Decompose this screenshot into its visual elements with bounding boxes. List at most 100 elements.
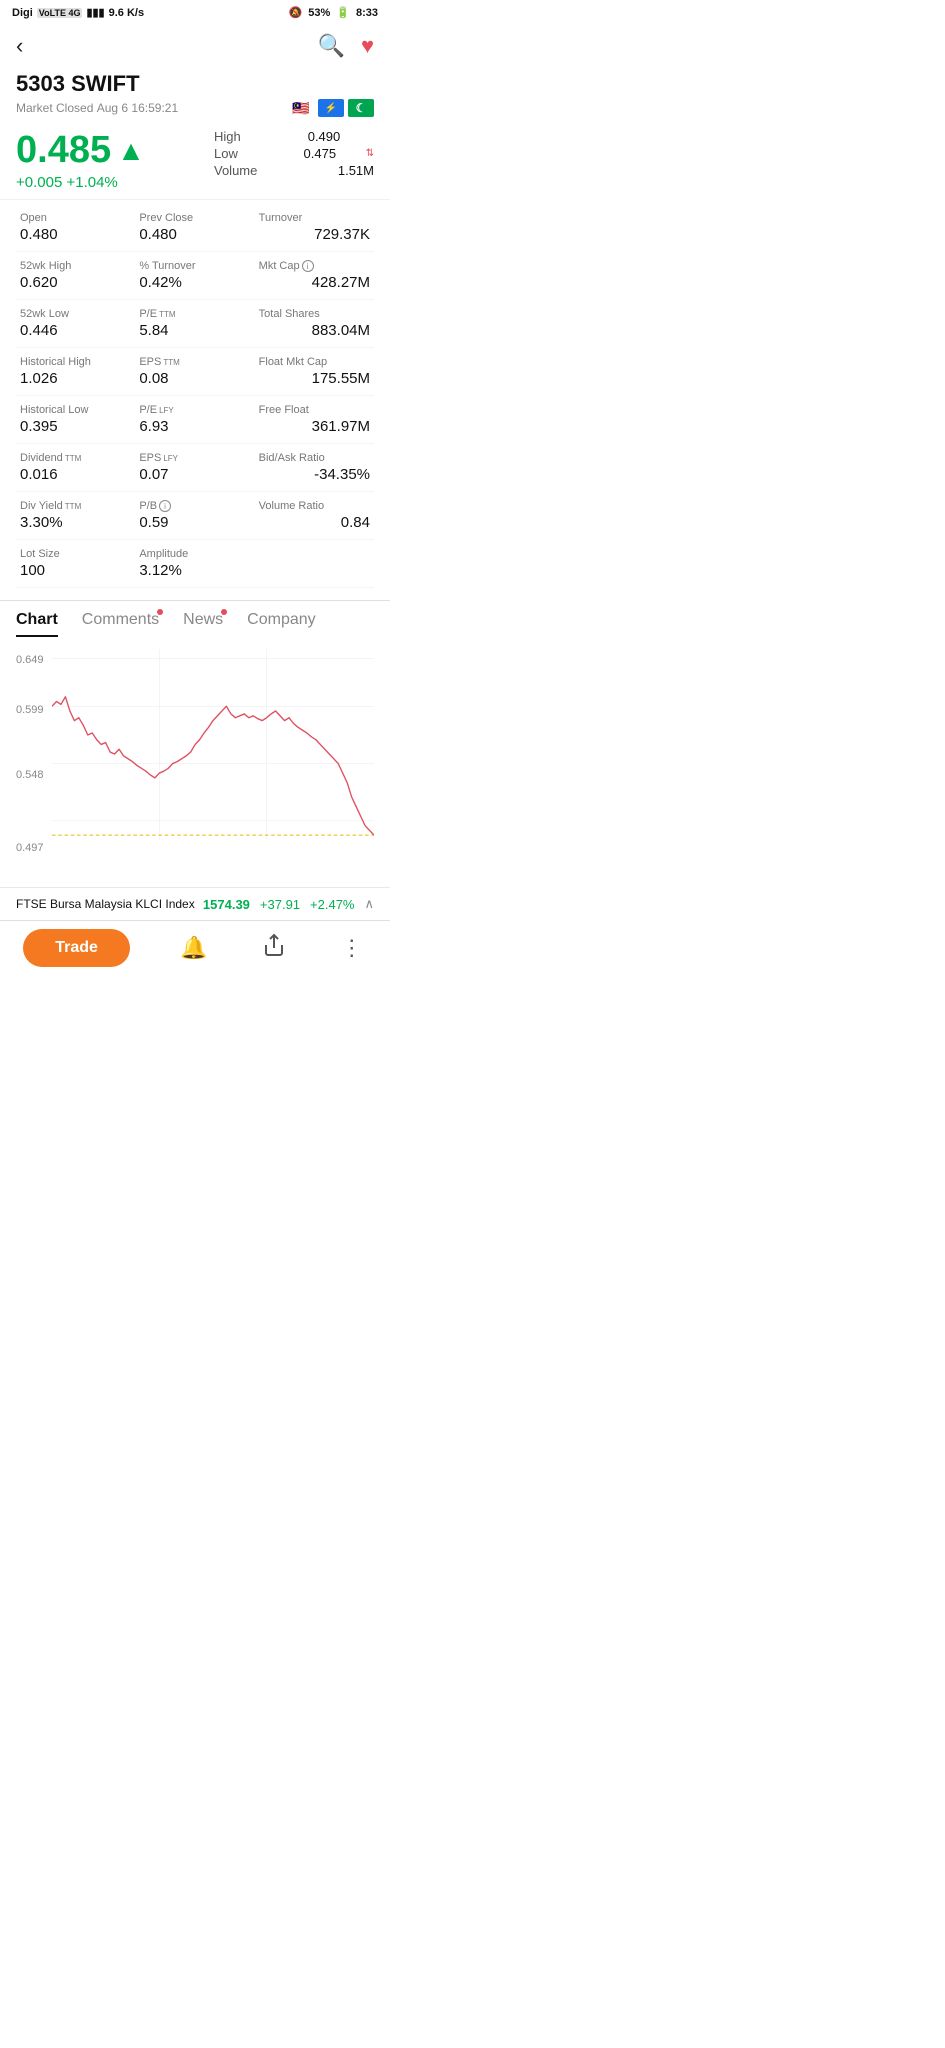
index-pct: +2.47% xyxy=(310,897,354,912)
y-label-3: 0.548 xyxy=(16,769,44,781)
price-value: 0.485 xyxy=(16,129,111,172)
search-icon[interactable]: 🔍 xyxy=(318,33,345,59)
float-mkt-cap-cell: Float Mkt Cap 175.55M xyxy=(255,348,374,396)
flag-b-icon[interactable]: ⚡ xyxy=(318,99,344,117)
price-up-arrow: ▲ xyxy=(117,135,145,167)
low-label: Low xyxy=(214,146,274,161)
dividend-ttm-cell: DividendTTM 0.016 xyxy=(16,444,135,492)
low-value: 0.475 xyxy=(304,146,337,161)
price-change: +0.005 +1.04% xyxy=(16,174,214,191)
chart-section: 0.649 0.599 0.548 0.497 xyxy=(0,641,390,887)
status-left: Digi VoLTE 4G ▮▮▮ 9.6 K/s xyxy=(12,6,144,19)
bid-ask-ratio-value: -34.35% xyxy=(259,466,370,483)
pe-ttm-label: P/ETTM xyxy=(139,308,250,320)
share-icon[interactable] xyxy=(258,929,290,967)
index-expand-icon[interactable]: ∧ xyxy=(364,896,374,912)
trade-button[interactable]: Trade xyxy=(23,929,130,967)
tab-company-label: Company xyxy=(247,611,315,628)
pct-turnover-cell: % Turnover 0.42% xyxy=(135,252,254,300)
pe-ttm-value: 5.84 xyxy=(139,322,250,339)
volume-value: 1.51M xyxy=(338,163,374,178)
div-yield-ttm-value: 3.30% xyxy=(20,514,131,531)
pb-value: 0.59 xyxy=(139,514,250,531)
hist-low-value: 0.395 xyxy=(20,418,131,435)
hist-high-label: Historical High xyxy=(20,356,131,368)
bottom-nav: Trade 🔔 ⋮ xyxy=(0,920,390,975)
volume-ratio-cell: Volume Ratio 0.84 xyxy=(255,492,374,540)
pb-info-icon[interactable]: i xyxy=(159,500,171,512)
tab-news[interactable]: News xyxy=(183,611,223,637)
mkt-cap-label: Mkt Cap i xyxy=(259,260,370,272)
tab-chart[interactable]: Chart xyxy=(16,611,58,637)
pe-ttm-cell: P/ETTM 5.84 xyxy=(135,300,254,348)
pe-lfy-value: 6.93 xyxy=(139,418,250,435)
lot-size-label: Lot Size xyxy=(20,548,131,560)
header-nav: ‹ 🔍 ♥ xyxy=(0,25,390,67)
carrier-label: Digi xyxy=(12,7,33,19)
stock-header: 5303 SWIFT Market Closed Aug 6 16:59:21 … xyxy=(0,67,390,125)
total-shares-value: 883.04M xyxy=(259,322,370,339)
tab-comments[interactable]: Comments xyxy=(82,611,159,637)
float-mkt-cap-value: 175.55M xyxy=(259,370,370,387)
speed-label: 9.6 K/s xyxy=(109,7,144,19)
52wk-high-cell: 52wk High 0.620 xyxy=(16,252,135,300)
hist-low-cell: Historical Low 0.395 xyxy=(16,396,135,444)
pct-turnover-label: % Turnover xyxy=(139,260,250,272)
52wk-low-cell: 52wk Low 0.446 xyxy=(16,300,135,348)
flag-g-icon[interactable]: ☾ xyxy=(348,99,374,117)
index-values: 1574.39 +37.91 +2.47% ∧ xyxy=(203,896,374,912)
time-label: 8:33 xyxy=(356,7,378,19)
eps-ttm-value: 0.08 xyxy=(139,370,250,387)
pb-cell: P/B i 0.59 xyxy=(135,492,254,540)
y-label-top: 0.649 xyxy=(16,654,44,666)
flag-icons: 🇲🇾 ⚡ ☾ xyxy=(288,99,374,117)
more-options-icon[interactable]: ⋮ xyxy=(337,931,367,965)
signal-bars: ▮▮▮ xyxy=(86,6,104,19)
flag-malaysia-icon[interactable]: 🇲🇾 xyxy=(288,99,314,117)
price-chart[interactable] xyxy=(52,649,374,859)
lot-size-cell: Lot Size 100 xyxy=(16,540,135,588)
network-label: VoLTE 4G xyxy=(37,8,83,18)
back-button[interactable]: ‹ xyxy=(16,33,23,59)
high-label: High xyxy=(214,129,274,144)
open-label: Open xyxy=(20,212,131,224)
lot-size-value: 100 xyxy=(20,562,131,579)
chart-line xyxy=(52,697,374,835)
52wk-low-label: 52wk Low xyxy=(20,308,131,320)
eps-lfy-label: EPSLFY xyxy=(139,452,250,464)
pct-turnover-value: 0.42% xyxy=(139,274,250,291)
price-section: 0.485 ▲ +0.005 +1.04% High 0.490 Low 0.4… xyxy=(0,125,390,199)
52wk-high-value: 0.620 xyxy=(20,274,131,291)
turnover-label: Turnover xyxy=(259,212,370,224)
data-grid: Open 0.480 Prev Close 0.480 Turnover 729… xyxy=(0,199,390,592)
price-left: 0.485 ▲ +0.005 +1.04% xyxy=(16,129,214,191)
tab-comments-label: Comments xyxy=(82,611,159,628)
tabs-section: Chart Comments News Company xyxy=(0,600,390,641)
notification-bell-icon[interactable]: 🔔 xyxy=(176,931,211,965)
eps-ttm-label: EPSTTM xyxy=(139,356,250,368)
comments-notification-dot xyxy=(157,609,163,615)
low-arrow: ⇅ xyxy=(366,148,374,159)
tab-company[interactable]: Company xyxy=(247,611,315,637)
volume-ratio-value: 0.84 xyxy=(259,514,370,531)
bell-icon: 🔕 xyxy=(289,6,303,19)
prev-close-cell: Prev Close 0.480 xyxy=(135,204,254,252)
high-value: 0.490 xyxy=(308,129,341,144)
y-label-2: 0.599 xyxy=(16,704,44,716)
empty-cell xyxy=(255,540,374,588)
favorite-icon[interactable]: ♥ xyxy=(361,33,374,59)
index-change: +37.91 xyxy=(260,897,300,912)
volume-ratio-label: Volume Ratio xyxy=(259,500,370,512)
volume-row: Volume 1.51M xyxy=(214,163,374,178)
bottom-index-bar[interactable]: FTSE Bursa Malaysia KLCI Index 1574.39 +… xyxy=(0,887,390,920)
52wk-high-label: 52wk High xyxy=(20,260,131,272)
pb-label: P/B i xyxy=(139,500,250,512)
stock-code: 5303 xyxy=(16,71,65,96)
dividend-ttm-value: 0.016 xyxy=(20,466,131,483)
high-row: High 0.490 xyxy=(214,129,374,144)
hist-low-label: Historical Low xyxy=(20,404,131,416)
market-status-row: Market Closed Aug 6 16:59:21 🇲🇾 ⚡ ☾ xyxy=(16,99,374,117)
mkt-cap-info-icon[interactable]: i xyxy=(302,260,314,272)
status-bar: Digi VoLTE 4G ▮▮▮ 9.6 K/s 🔕 53% 🔋 8:33 xyxy=(0,0,390,25)
bid-ask-ratio-label: Bid/Ask Ratio xyxy=(259,452,370,464)
